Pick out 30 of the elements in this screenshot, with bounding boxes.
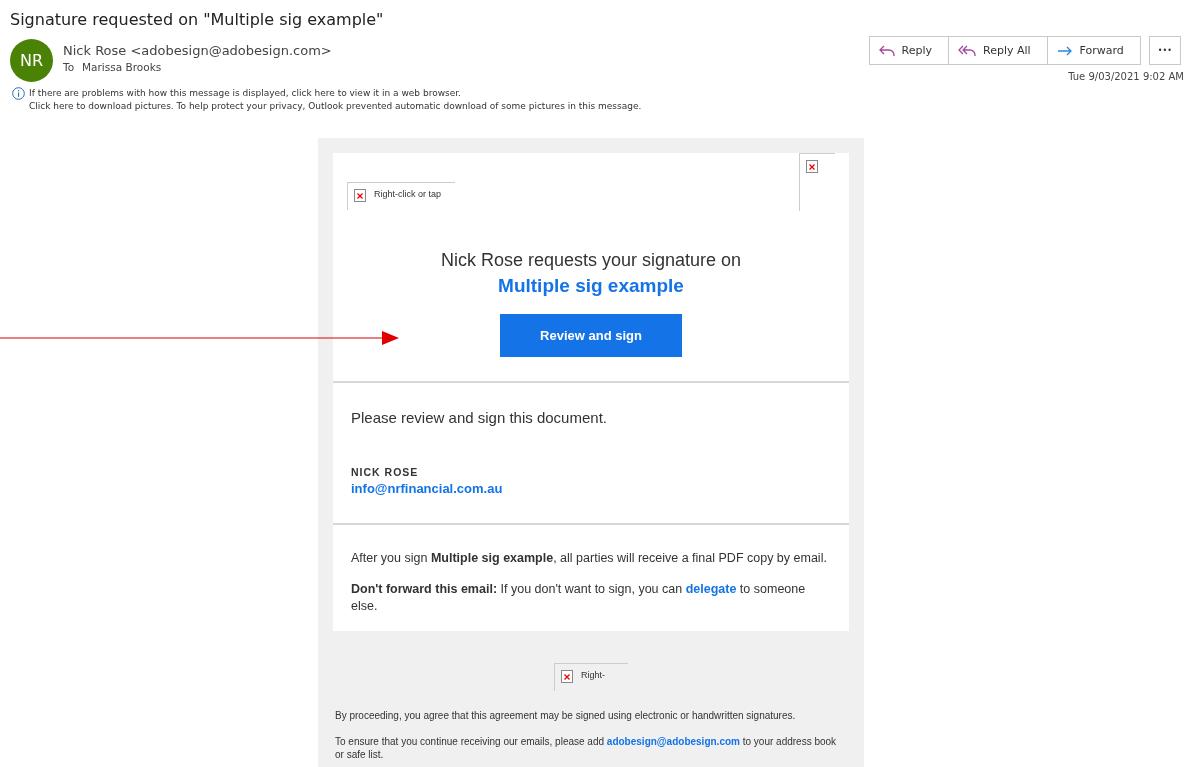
reply-all-icon xyxy=(958,44,976,57)
notice-text: After you sign Multiple sig example, all parties will receive a final PDF copy by email. xyxy=(351,550,828,567)
forward-icon xyxy=(1056,44,1073,57)
forward-warning-text: Don't forward this email: If you don't want to sign, you can delegate to someone else. xyxy=(351,581,807,615)
received-date: Tue 9/03/2021 9:02 AM xyxy=(1068,71,1184,82)
email-link[interactable]: adobesign@adobesign.com xyxy=(606,736,740,747)
signer-email-link[interactable]: info@nrfinancial.com.au xyxy=(351,481,503,496)
reply-icon xyxy=(878,44,895,57)
more-button[interactable]: ••• xyxy=(1148,36,1181,65)
delegate-link[interactable]: delegate xyxy=(685,582,737,596)
info-message[interactable]: Click here to download pictures. To help protect your privacy, Outlook prevented automatic download of some pictures in this message. xyxy=(29,100,642,113)
avatar: NR xyxy=(10,39,53,82)
broken-image-icon xyxy=(354,189,366,202)
footer-text: By proceeding, you agree that this agreement may be signed using electronic or handwritten signatures. xyxy=(335,709,797,722)
message-text: Please review and sign this document. xyxy=(351,409,608,426)
image-alt-text: Right- xyxy=(581,670,605,680)
document-title: Multiple sig example xyxy=(498,275,684,297)
broken-image-icon xyxy=(806,160,818,173)
review-and-sign-button[interactable]: Review and sign xyxy=(500,314,682,357)
recipient-name: Marissa Brooks xyxy=(82,61,162,73)
request-heading: Nick Rose requests your signature on xyxy=(440,250,742,271)
image-alt-text: Right-click or tap xyxy=(374,189,442,199)
email-subject: Signature requested on "Multiple sig example" xyxy=(10,10,385,29)
info-icon xyxy=(12,87,25,100)
signer-name: NICK ROSE xyxy=(351,466,420,478)
info-message[interactable]: If there are problems with how this message is displayed, click here to view it in a web browser. xyxy=(29,87,642,100)
sender-name: Nick Rose <adobesign@adobesign.com> xyxy=(63,43,332,58)
broken-image-icon xyxy=(561,670,573,683)
footer-text: To ensure that you continue receiving our emails, please add adobesign@adobesign.com to your address book or safe list. xyxy=(335,735,838,761)
to-label: To xyxy=(63,61,75,73)
